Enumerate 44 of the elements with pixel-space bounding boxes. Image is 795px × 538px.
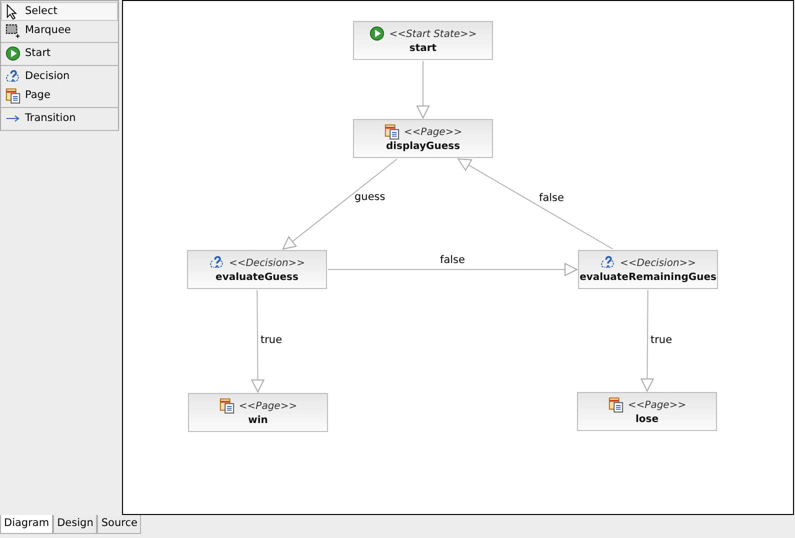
palette-item[interactable]: Transition <box>1 109 118 128</box>
stereotype-label: <<Page>> <box>238 400 298 412</box>
state-node[interactable]: <<Decision>> evaluateRemainingGues <box>578 250 718 289</box>
stereotype-label: <<Start State>> <box>389 28 477 40</box>
transition-arrow[interactable] <box>328 262 578 276</box>
stereotype-label: <<Decision>> <box>620 256 696 270</box>
editor-tab[interactable]: Source <box>97 515 142 534</box>
node-name: displayGuess <box>386 140 460 153</box>
stereotype-label: <<Page>> <box>628 398 686 412</box>
editor-tab[interactable]: Diagram <box>0 515 54 534</box>
transition-label: true <box>650 332 672 348</box>
page-icon <box>384 124 400 140</box>
palette-item[interactable]: Start <box>1 44 118 63</box>
stereotype-label: <<Page>> <box>404 126 462 138</box>
node-name: win <box>248 414 268 427</box>
node-name: start <box>409 42 437 55</box>
state-node[interactable]: <<Page>> win <box>188 393 328 432</box>
node-name: evaluateGuess <box>216 271 298 284</box>
editor-tab[interactable]: Design <box>53 515 98 534</box>
node-name: lose <box>635 413 659 426</box>
state-node[interactable]: <<Decision>> evaluateGuess <box>187 250 327 289</box>
transition-arrow[interactable] <box>282 158 398 250</box>
transition-label: guess <box>354 190 386 205</box>
play-circle-icon <box>369 26 386 42</box>
play-circle-icon <box>5 46 21 62</box>
page-icon <box>5 88 21 104</box>
state-node[interactable]: <<Page>> displayGuess <box>353 119 493 158</box>
transition-label: true <box>260 333 282 348</box>
transition-arrow[interactable] <box>457 158 614 250</box>
state-node[interactable]: <<Page>> lose <box>577 392 717 431</box>
transition-label: false <box>440 252 465 268</box>
page-icon <box>608 397 624 413</box>
state-node[interactable]: <<Start State>> start <box>353 21 493 60</box>
dashed-rectangle-icon <box>5 22 21 38</box>
palette-item[interactable]: Marquee <box>1 21 118 40</box>
node-name: evaluateRemainingGues <box>580 271 716 284</box>
palette-item[interactable]: Decision <box>1 67 118 86</box>
transition-label: false <box>539 191 564 206</box>
palette-item[interactable]: Page <box>1 86 118 105</box>
stereotype-label: <<Decision>> <box>228 256 306 270</box>
transition-arrow[interactable] <box>416 60 430 120</box>
question-bubble-icon <box>5 68 21 84</box>
page-icon <box>218 398 235 414</box>
palette-item[interactable]: Select <box>1 2 118 21</box>
